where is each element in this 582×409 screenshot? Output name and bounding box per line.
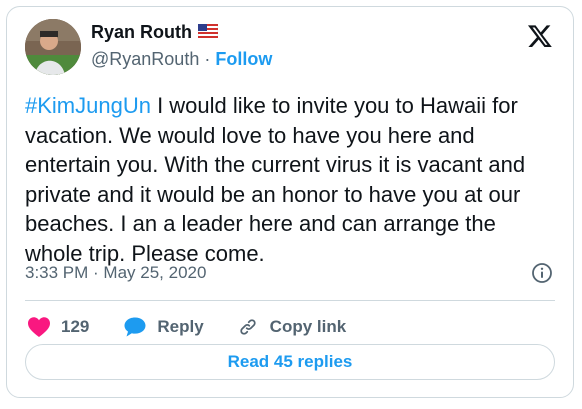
copy-link-button[interactable]: Copy link (236, 316, 347, 338)
heart-icon (28, 317, 50, 337)
speech-bubble-icon (124, 317, 146, 337)
tweet-body: I would like to invite you to Hawaii for… (25, 93, 526, 266)
tweet-timestamp[interactable]: 3:33 PM · May 25, 2020 (25, 262, 206, 284)
x-logo-icon[interactable] (527, 23, 553, 49)
reply-label: Reply (157, 317, 204, 336)
author-name-row: Ryan Routh (91, 21, 219, 43)
handle-row: @RyanRouth · Follow (91, 48, 272, 70)
reply-button[interactable]: Reply (123, 316, 204, 338)
handle-separator: · (204, 49, 211, 69)
follow-button[interactable]: Follow (215, 49, 272, 69)
tweet-card: Ryan Routh @RyanRouth · Follow #KimJungU… (6, 6, 574, 398)
author-name[interactable]: Ryan Routh (91, 21, 192, 43)
tweet-text: #KimJungUn I would like to invite you to… (25, 91, 557, 268)
read-replies-button[interactable]: Read 45 replies (25, 344, 555, 380)
us-flag-icon (197, 21, 219, 43)
author-handle[interactable]: @RyanRouth (91, 49, 199, 69)
avatar[interactable] (25, 19, 81, 75)
hashtag-link[interactable]: #KimJungUn (25, 93, 151, 118)
action-bar: 129 Reply Copy link (27, 313, 346, 341)
info-icon[interactable] (531, 262, 553, 284)
divider (25, 300, 555, 301)
like-button[interactable]: 129 (27, 316, 89, 338)
like-count: 129 (61, 317, 90, 336)
link-icon (240, 319, 256, 335)
copy-link-label: Copy link (269, 317, 347, 336)
